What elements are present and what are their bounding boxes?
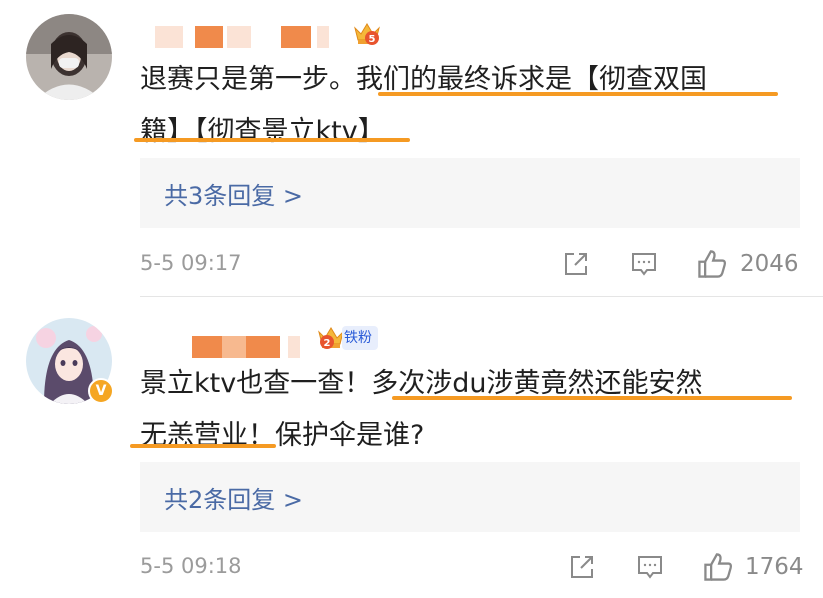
- comment-icon[interactable]: [630, 250, 658, 278]
- svg-text:2: 2: [324, 338, 331, 349]
- fan-badge: 铁粉: [342, 326, 378, 350]
- timestamp: 5-5 09:18: [140, 554, 242, 578]
- comment-divider: [140, 296, 823, 297]
- replies-box[interactable]: 共3条回复 >: [140, 158, 800, 228]
- comment-text-highlight: 我们的最终诉求是【彻查双国: [356, 64, 707, 95]
- replies-box[interactable]: 共2条回复 >: [140, 462, 800, 532]
- share-icon[interactable]: [562, 250, 590, 278]
- highlight-underline: [378, 92, 778, 96]
- svg-text:5: 5: [369, 34, 376, 45]
- thumbs-up-icon[interactable]: [696, 248, 728, 280]
- username-redacted[interactable]: [155, 26, 345, 48]
- comment-text-plain: 保护伞是谁?: [275, 420, 425, 451]
- crown-badge-icon: 5: [352, 20, 382, 48]
- share-icon[interactable]: [568, 553, 596, 581]
- comment-text-highlight: 多次涉du涉黄竟然还能安然: [371, 368, 703, 399]
- comment-icon[interactable]: [636, 553, 664, 581]
- like-count: 2046: [740, 251, 799, 277]
- like-count: 1764: [745, 554, 804, 580]
- comment-text-highlight: 籍】【彻查景立ktv】: [140, 116, 385, 147]
- comment-text-plain: 景立ktv也查一查！: [140, 368, 372, 399]
- comment-text: 退赛只是第一步。我们的最终诉求是【彻查双国 籍】【彻查景立ktv】: [140, 54, 820, 158]
- view-replies-link[interactable]: 共3条回复 >: [164, 176, 303, 211]
- timestamp: 5-5 09:17: [140, 251, 242, 275]
- thumbs-up-icon[interactable]: [702, 551, 734, 583]
- highlight-underline: [130, 444, 276, 448]
- view-replies-link[interactable]: 共2条回复 >: [164, 480, 303, 515]
- verified-badge-icon: V: [88, 378, 114, 404]
- comment-text-plain: 退赛只是第一步。: [140, 64, 356, 95]
- highlight-underline: [134, 138, 410, 142]
- highlight-underline: [392, 396, 792, 400]
- avatar[interactable]: [26, 14, 112, 100]
- username-redacted[interactable]: [192, 336, 312, 358]
